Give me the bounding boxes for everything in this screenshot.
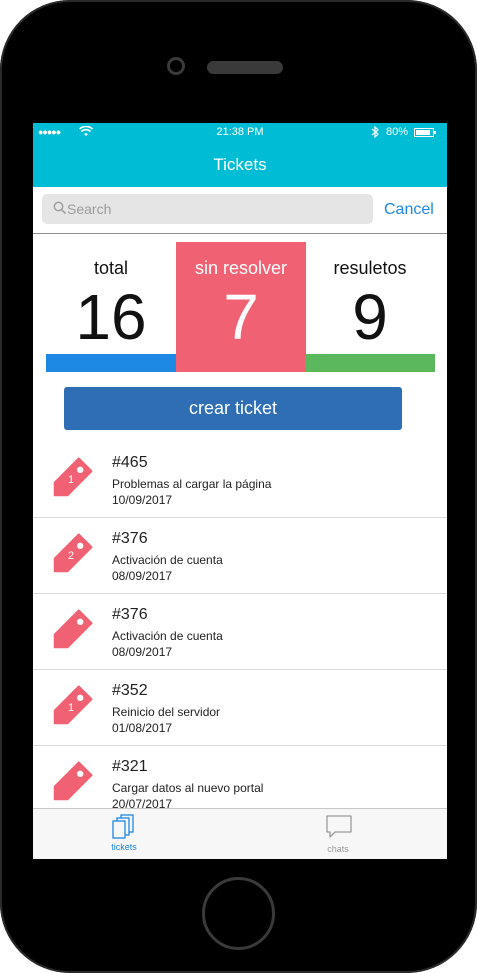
battery-percent: 80% bbox=[386, 126, 409, 138]
chat-icon bbox=[326, 815, 352, 838]
page-title: Tickets bbox=[213, 155, 267, 174]
stat-total[interactable]: total 16 bbox=[46, 242, 176, 372]
ticket-title: Activación de cuenta bbox=[112, 629, 223, 643]
tab-bar: tickets chats bbox=[33, 808, 447, 859]
search-field[interactable] bbox=[42, 194, 373, 224]
tag-icon bbox=[53, 761, 93, 801]
tag-icon: 1 bbox=[53, 685, 93, 725]
stat-resolved-label: resuletos bbox=[333, 258, 407, 278]
speaker bbox=[207, 61, 283, 74]
battery-icon bbox=[414, 128, 436, 137]
ticket-badge: 2 bbox=[68, 550, 74, 562]
ticket-date: 10/09/2017 bbox=[112, 493, 173, 507]
search-icon bbox=[53, 201, 67, 215]
tickets-icon bbox=[112, 814, 134, 839]
ticket-list: 1 #465 Problemas al cargar la página 10/… bbox=[33, 442, 447, 822]
tab-tickets-label: tickets bbox=[111, 842, 137, 852]
ticket-title: Reinicio del servidor bbox=[112, 705, 221, 719]
stat-unresolved[interactable]: sin resolver 7 bbox=[176, 242, 306, 372]
ticket-title: Problemas al cargar la página bbox=[112, 477, 272, 491]
total-bar bbox=[46, 354, 176, 372]
status-bar: ●●●●● 21:38 PM 80% bbox=[33, 123, 447, 143]
ticket-number: #376 bbox=[112, 530, 148, 547]
ticket-item[interactable]: 1 #465 Problemas al cargar la página 10/… bbox=[33, 442, 447, 518]
ticket-title: Cargar datos al nuevo portal bbox=[112, 781, 264, 795]
tag-icon: 2 bbox=[53, 533, 93, 573]
ticket-title: Activación de cuenta bbox=[112, 553, 223, 567]
tag-icon bbox=[53, 609, 93, 649]
stat-unresolved-label: sin resolver bbox=[194, 258, 288, 278]
stat-total-label: total bbox=[93, 258, 129, 278]
ticket-date: 01/08/2017 bbox=[112, 721, 173, 735]
tab-chats[interactable]: chats bbox=[288, 809, 388, 859]
nav-bar: Tickets bbox=[33, 143, 447, 187]
ticket-number: #321 bbox=[112, 758, 148, 775]
search-input[interactable] bbox=[67, 194, 367, 224]
ticket-number: #376 bbox=[112, 606, 148, 623]
cancel-button[interactable]: Cancel bbox=[384, 201, 434, 219]
stat-resolved-value: 9 bbox=[352, 281, 388, 353]
stat-total-value: 16 bbox=[75, 281, 147, 353]
resolved-bar bbox=[305, 354, 435, 372]
stat-unresolved-value: 7 bbox=[223, 281, 259, 353]
ticket-item[interactable]: 1 #352 Reinicio del servidor 01/08/2017 bbox=[33, 670, 447, 746]
home-button[interactable] bbox=[202, 877, 275, 950]
tab-tickets[interactable]: tickets bbox=[74, 809, 174, 859]
ticket-date: 08/09/2017 bbox=[112, 645, 173, 659]
tab-chats-label: chats bbox=[327, 844, 349, 854]
stat-resolved[interactable]: resuletos 9 bbox=[305, 242, 435, 372]
ticket-number: #352 bbox=[112, 682, 148, 699]
create-ticket-button[interactable]: crear ticket bbox=[64, 387, 402, 430]
tag-icon: 1 bbox=[53, 457, 93, 497]
camera bbox=[167, 57, 185, 75]
ticket-item[interactable]: 2 #376 Activación de cuenta 08/09/2017 bbox=[33, 518, 447, 594]
search-bar: Cancel bbox=[33, 187, 447, 234]
ticket-badge: 1 bbox=[68, 702, 74, 714]
status-time: 21:38 PM bbox=[216, 126, 264, 138]
phone-frame: ●●●●● 21:38 PM 80% Tickets Cancel total … bbox=[0, 0, 477, 973]
ticket-number: #465 bbox=[112, 454, 148, 471]
bluetooth-icon bbox=[371, 125, 379, 141]
ticket-item[interactable]: #376 Activación de cuenta 08/09/2017 bbox=[33, 594, 447, 670]
ticket-date: 08/09/2017 bbox=[112, 569, 173, 583]
screen: ●●●●● 21:38 PM 80% Tickets Cancel total … bbox=[33, 123, 447, 859]
ticket-badge: 1 bbox=[68, 474, 74, 486]
